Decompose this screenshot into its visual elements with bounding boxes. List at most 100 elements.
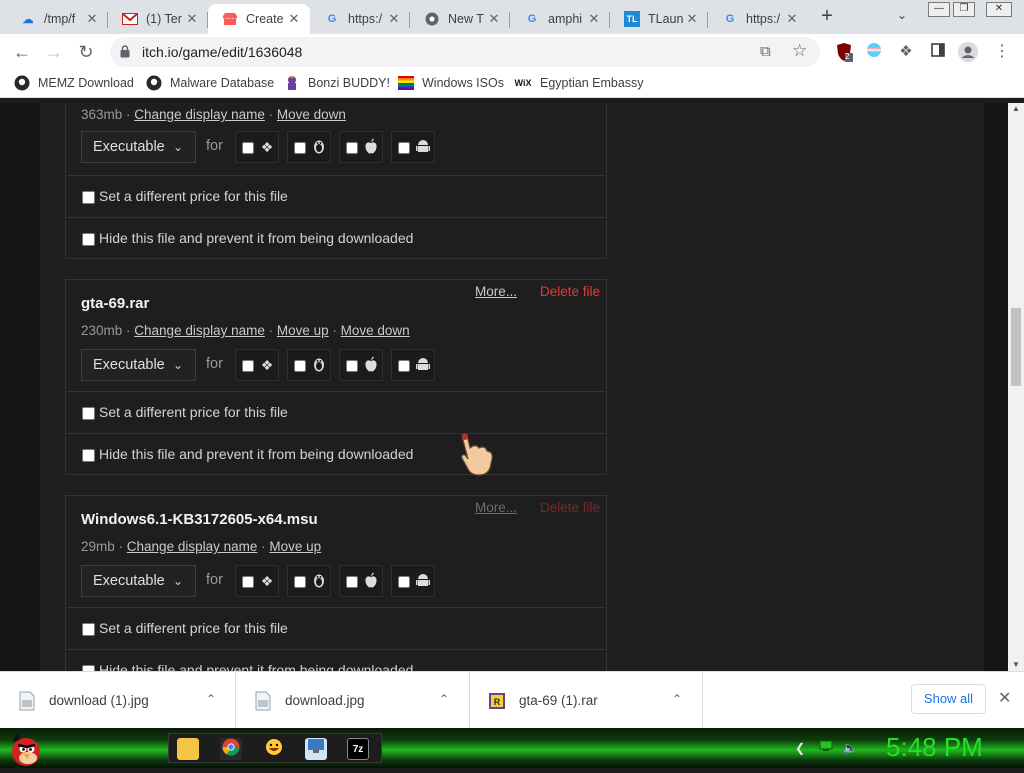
- tab-amphi[interactable]: G amphi ✕: [510, 4, 610, 34]
- chevron-up-icon[interactable]: ⌃: [672, 692, 682, 706]
- more-link[interactable]: More...: [475, 500, 517, 515]
- platform-checkbox[interactable]: [346, 576, 358, 588]
- bookmark-bonzi-buddy[interactable]: Bonzi BUDDY!: [284, 75, 390, 91]
- platform-windows[interactable]: ❖: [235, 349, 279, 381]
- platform-checkbox[interactable]: [242, 576, 254, 588]
- close-tab-icon[interactable]: ✕: [84, 11, 100, 27]
- platform-linux[interactable]: [287, 565, 331, 597]
- forward-button[interactable]: →: [42, 40, 66, 64]
- delete-file-button[interactable]: Delete file: [540, 500, 600, 515]
- close-tab-icon[interactable]: ✕: [784, 11, 800, 27]
- platform-android[interactable]: [391, 565, 435, 597]
- change-display-name-link[interactable]: Change display name: [127, 539, 258, 554]
- emoji-icon[interactable]: [263, 738, 285, 760]
- platform-checkbox[interactable]: [242, 360, 254, 372]
- back-button[interactable]: ←: [10, 40, 34, 64]
- hide-checkbox[interactable]: [82, 233, 95, 246]
- platform-windows[interactable]: ❖: [235, 131, 279, 163]
- hide-option[interactable]: Hide this file and prevent it from being…: [66, 433, 606, 475]
- change-display-name-link[interactable]: Change display name: [134, 323, 265, 338]
- bookmark-windows-isos[interactable]: Windows ISOs: [398, 75, 504, 91]
- tab-new-tab[interactable]: New T ✕: [410, 4, 510, 34]
- volume-icon[interactable]: 🔈: [842, 740, 858, 756]
- tab-https-2[interactable]: G https:/ ✕: [708, 4, 808, 34]
- platform-checkbox[interactable]: [242, 142, 254, 154]
- reload-button[interactable]: ↻: [74, 40, 98, 64]
- hide-option[interactable]: Hide this file and prevent it from being…: [66, 649, 606, 671]
- page-scrollbar[interactable]: [1008, 103, 1024, 671]
- platform-windows[interactable]: ❖: [235, 565, 279, 597]
- puzzle-extensions-icon[interactable]: ❖: [896, 42, 916, 62]
- platform-checkbox[interactable]: [346, 142, 358, 154]
- close-tab-icon[interactable]: ✕: [386, 11, 402, 27]
- platform-checkbox[interactable]: [398, 576, 410, 588]
- platform-mac[interactable]: [339, 131, 383, 163]
- show-all-downloads-button[interactable]: Show all: [911, 684, 986, 714]
- price-option[interactable]: Set a different price for this file: [66, 391, 606, 433]
- profile-avatar-icon[interactable]: [958, 42, 978, 62]
- folder-icon[interactable]: [177, 738, 199, 760]
- move-up-link[interactable]: Move up: [269, 539, 321, 554]
- chevron-up-icon[interactable]: ⌃: [439, 692, 449, 706]
- close-tab-icon[interactable]: ✕: [286, 11, 302, 27]
- tray-arrow-icon[interactable]: ❮: [792, 740, 808, 756]
- new-tab-button[interactable]: +: [816, 6, 838, 28]
- close-window-button[interactable]: ✕: [986, 2, 1012, 17]
- price-option[interactable]: Set a different price for this file: [66, 175, 606, 217]
- price-checkbox[interactable]: [82, 407, 95, 420]
- address-bar[interactable]: itch.io/game/edit/1636048 ⧉ ☆: [110, 37, 820, 67]
- tab-create[interactable]: Create ✕: [208, 4, 310, 34]
- bookmark-memz[interactable]: MEMZ Download: [14, 75, 134, 91]
- chevron-up-icon[interactable]: ⌃: [206, 692, 216, 706]
- change-display-name-link[interactable]: Change display name: [134, 107, 265, 122]
- platform-checkbox[interactable]: [346, 360, 358, 372]
- platform-linux[interactable]: [287, 131, 331, 163]
- tab-gmail[interactable]: (1) Ter ✕: [108, 4, 208, 34]
- price-checkbox[interactable]: [82, 191, 95, 204]
- bookmark-egyptian-embassy[interactable]: WiX Egyptian Embassy: [514, 75, 644, 91]
- platform-mac[interactable]: [339, 565, 383, 597]
- close-tab-icon[interactable]: ✕: [184, 11, 200, 27]
- file-type-select[interactable]: Executable ⌄: [81, 349, 196, 381]
- platform-checkbox[interactable]: [294, 142, 306, 154]
- platform-checkbox[interactable]: [398, 360, 410, 372]
- close-tab-icon[interactable]: ✕: [486, 11, 502, 27]
- tab-tlauncher[interactable]: TL TLaun ✕: [610, 4, 708, 34]
- more-link[interactable]: More...: [475, 284, 517, 299]
- taskbar-clock[interactable]: 5:48 PM: [886, 732, 983, 763]
- bookmark-malware-database[interactable]: Malware Database: [146, 75, 274, 91]
- move-down-link[interactable]: Move down: [341, 323, 410, 338]
- lock-icon[interactable]: [120, 45, 130, 58]
- chrome-icon[interactable]: [220, 738, 242, 760]
- move-up-link[interactable]: Move up: [277, 323, 329, 338]
- file-type-select[interactable]: Executable ⌄: [81, 565, 196, 597]
- download-item-2[interactable]: download.jpg ⌃: [236, 672, 470, 729]
- price-option[interactable]: Set a different price for this file: [66, 607, 606, 649]
- hide-checkbox[interactable]: [82, 449, 95, 462]
- price-checkbox[interactable]: [82, 623, 95, 636]
- pride-extension-icon[interactable]: [864, 42, 884, 62]
- monitor-icon[interactable]: [305, 738, 327, 760]
- bookmark-star-icon[interactable]: ☆: [792, 41, 807, 61]
- share-icon[interactable]: ⧉: [760, 43, 771, 60]
- platform-checkbox[interactable]: [398, 142, 410, 154]
- delete-file-button[interactable]: Delete file: [540, 284, 600, 299]
- chevron-down-icon[interactable]: ⌄: [897, 8, 907, 22]
- file-type-select[interactable]: Executable ⌄: [81, 131, 196, 163]
- download-item-1[interactable]: download (1).jpg ⌃: [0, 672, 236, 729]
- platform-linux[interactable]: [287, 349, 331, 381]
- scroll-up-arrow[interactable]: ▲: [1008, 103, 1024, 115]
- scrollbar-thumb[interactable]: [1011, 308, 1021, 386]
- restore-button[interactable]: ❐: [953, 2, 975, 17]
- hide-option[interactable]: Hide this file and prevent it from being…: [66, 217, 606, 259]
- menu-kebab-icon[interactable]: ⋮: [992, 42, 1012, 62]
- download-item-3[interactable]: R gta-69 (1).rar ⌃: [470, 672, 703, 729]
- platform-mac[interactable]: [339, 349, 383, 381]
- tab-tmp[interactable]: ☁ /tmp/f ✕: [6, 4, 108, 34]
- close-tab-icon[interactable]: ✕: [684, 11, 700, 27]
- move-down-link[interactable]: Move down: [277, 107, 346, 122]
- platform-android[interactable]: [391, 131, 435, 163]
- platform-checkbox[interactable]: [294, 576, 306, 588]
- tab-https-1[interactable]: G https:/ ✕: [310, 4, 410, 34]
- platform-android[interactable]: [391, 349, 435, 381]
